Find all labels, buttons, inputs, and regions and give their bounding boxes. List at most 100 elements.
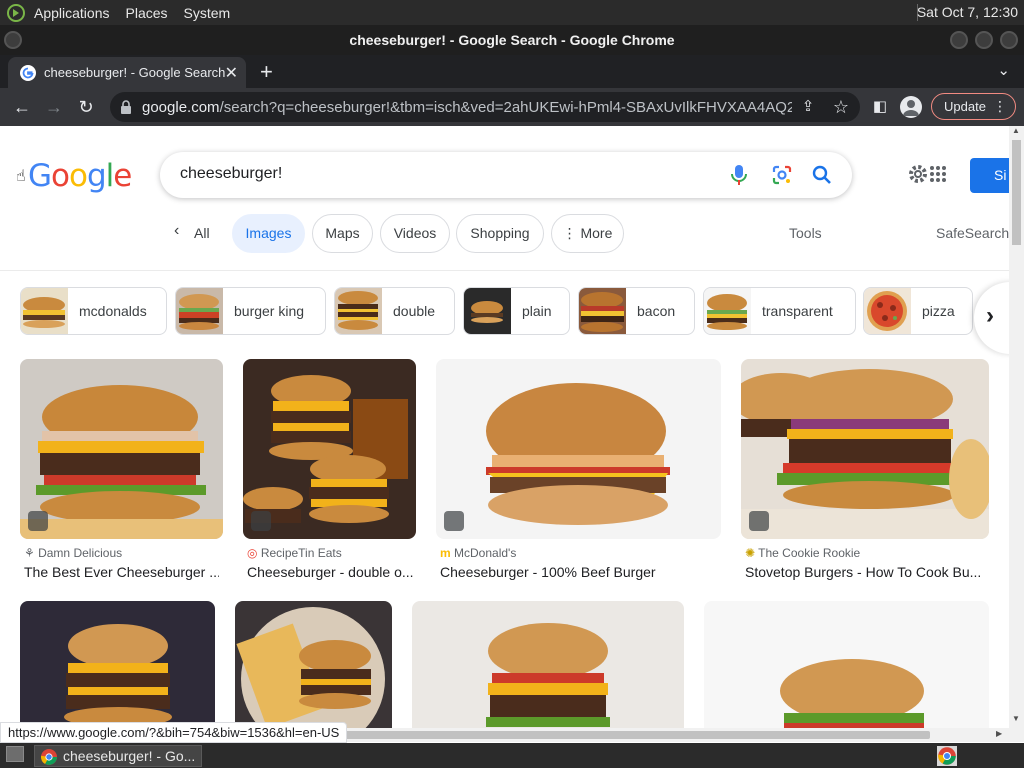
- os-taskbar: cheeseburger! - Go...: [0, 743, 1024, 768]
- sign-in-button[interactable]: Si: [970, 158, 1009, 193]
- scroll-down-icon[interactable]: ▼: [1012, 714, 1020, 723]
- related-chip-transparent[interactable]: transparent: [703, 287, 856, 335]
- address-bar[interactable]: google.com/search?q=cheeseburger!&tbm=is…: [110, 92, 860, 122]
- tab-more-label: More: [580, 225, 613, 241]
- tab-all[interactable]: All: [194, 225, 210, 241]
- scroll-right-icon[interactable]: ▶: [996, 729, 1002, 738]
- chevron-right-icon: ›: [986, 302, 994, 329]
- related-chip-bacon[interactable]: bacon: [578, 287, 695, 335]
- related-chip-plain[interactable]: plain: [463, 287, 570, 335]
- result-image-7[interactable]: [412, 601, 684, 742]
- minimize-button[interactable]: [950, 31, 968, 49]
- taskbar-chrome-window[interactable]: cheeseburger! - Go...: [34, 745, 202, 767]
- profile-avatar-icon[interactable]: [900, 96, 922, 118]
- result-image-4[interactable]: [741, 359, 989, 539]
- menu-places[interactable]: Places: [118, 5, 176, 21]
- maximize-button[interactable]: [975, 31, 993, 49]
- microphone-icon[interactable]: [730, 164, 748, 186]
- show-desktop-icon[interactable]: [6, 746, 24, 762]
- result-title-2[interactable]: Cheeseburger - double o...: [247, 564, 415, 580]
- lens-camera-icon[interactable]: [772, 165, 792, 185]
- result-image-5[interactable]: [20, 601, 215, 742]
- close-window-button[interactable]: [1000, 31, 1018, 49]
- burger-photo: [704, 601, 989, 742]
- related-thumb: [21, 288, 68, 334]
- result-source-3[interactable]: m McDonald's: [440, 546, 516, 560]
- result-image-3[interactable]: [436, 359, 721, 539]
- related-chip-pizza[interactable]: pizza: [863, 287, 973, 335]
- related-thumb: [579, 288, 626, 334]
- related-label: double: [393, 303, 436, 319]
- related-label: pizza: [922, 303, 955, 319]
- scroll-up-icon[interactable]: ▲: [1012, 126, 1020, 135]
- search-input[interactable]: cheeseburger!: [180, 165, 282, 183]
- share-icon[interactable]: ⇪: [797, 96, 819, 118]
- os-top-panel: Applications Places System Sat Oct 7, 12…: [0, 0, 1024, 25]
- window-titlebar[interactable]: cheeseburger! - Google Search - Google C…: [0, 25, 1024, 55]
- burger-photo: [741, 359, 989, 539]
- result-source-1[interactable]: ⚘ Damn Delicious: [24, 546, 122, 560]
- google-apps-grid-icon[interactable]: [929, 165, 947, 183]
- related-thumb: [704, 288, 751, 334]
- os-logo-icon[interactable]: [6, 3, 26, 23]
- result-source-4[interactable]: ✺ The Cookie Rookie: [745, 546, 860, 560]
- related-thumb: [176, 288, 223, 334]
- safesearch-button[interactable]: SafeSearch: [936, 225, 1009, 241]
- menu-system[interactable]: System: [176, 5, 239, 21]
- burger-photo: [436, 359, 721, 539]
- clock[interactable]: Sat Oct 7, 12:30: [917, 4, 1018, 20]
- tab-videos[interactable]: Videos: [380, 214, 450, 253]
- side-panel-icon[interactable]: ◧: [869, 96, 891, 118]
- google-logo[interactable]: Google: [28, 158, 132, 194]
- tab-google-search[interactable]: cheeseburger! - Google Search ✕: [8, 57, 246, 88]
- result-title-3[interactable]: Cheeseburger - 100% Beef Burger: [440, 564, 720, 580]
- related-label: transparent: [762, 303, 833, 319]
- related-chip-mcdonalds[interactable]: mcdonalds: [20, 287, 167, 335]
- result-source-2[interactable]: ◎ RecipeTin Eats: [247, 546, 342, 560]
- result-image-2[interactable]: [243, 359, 416, 539]
- kebab-menu-icon[interactable]: ⋮: [993, 94, 1007, 119]
- chrome-tray-icon[interactable]: [937, 746, 957, 766]
- tab-maps[interactable]: Maps: [312, 214, 373, 253]
- settings-gear-icon[interactable]: [907, 163, 929, 185]
- burger-photo: [20, 601, 215, 742]
- tab-close-icon[interactable]: ✕: [225, 63, 238, 83]
- tools-button[interactable]: Tools: [789, 225, 822, 241]
- forward-arrow-icon[interactable]: →: [43, 96, 65, 118]
- related-next-button[interactable]: ›: [974, 282, 1009, 354]
- related-thumb: [335, 288, 382, 334]
- search-icon[interactable]: [812, 165, 832, 185]
- related-chip-double[interactable]: double: [334, 287, 455, 335]
- tab-search-chevron-icon[interactable]: ⌄: [997, 61, 1010, 79]
- result-image-8[interactable]: [704, 601, 989, 742]
- result-image-1[interactable]: [20, 359, 223, 539]
- vertical-scroll-thumb[interactable]: [1012, 140, 1021, 245]
- window-menu-button[interactable]: [4, 31, 22, 49]
- menu-applications[interactable]: Applications: [26, 5, 118, 21]
- bookmark-star-icon[interactable]: ☆: [830, 96, 852, 118]
- result-title-4[interactable]: Stovetop Burgers - How To Cook Bu...: [745, 564, 987, 580]
- reload-icon[interactable]: ↻: [75, 96, 97, 118]
- update-button[interactable]: Update ⋮: [931, 93, 1016, 120]
- new-tab-button[interactable]: +: [260, 59, 273, 85]
- chevron-left-icon[interactable]: ‹: [174, 222, 179, 240]
- tab-shopping[interactable]: Shopping: [456, 214, 544, 253]
- lock-icon[interactable]: [120, 100, 132, 114]
- recipe-badge-icon: [28, 511, 48, 531]
- burger-photo: [412, 601, 684, 742]
- search-box[interactable]: cheeseburger!: [160, 152, 852, 198]
- tab-images[interactable]: Images: [232, 214, 305, 253]
- chrome-icon: [41, 749, 57, 765]
- vertical-scrollbar[interactable]: ▲ ▼: [1009, 126, 1024, 742]
- url-text[interactable]: google.com/search?q=cheeseburger!&tbm=is…: [142, 99, 792, 116]
- result-title-1[interactable]: The Best Ever Cheeseburger ...: [24, 564, 219, 580]
- recipe-badge-icon: [251, 511, 271, 531]
- link-status-bubble: https://www.google.com/?&bih=754&biw=153…: [0, 722, 348, 743]
- window-title: cheeseburger! - Google Search - Google C…: [349, 32, 675, 48]
- tab-more[interactable]: ⋮ More: [551, 214, 624, 253]
- burger-photo: [235, 601, 392, 742]
- horizontal-scroll-thumb[interactable]: [345, 731, 930, 739]
- back-arrow-icon[interactable]: ←: [11, 96, 33, 118]
- related-chip-burger-king[interactable]: burger king: [175, 287, 326, 335]
- result-image-6[interactable]: [235, 601, 392, 742]
